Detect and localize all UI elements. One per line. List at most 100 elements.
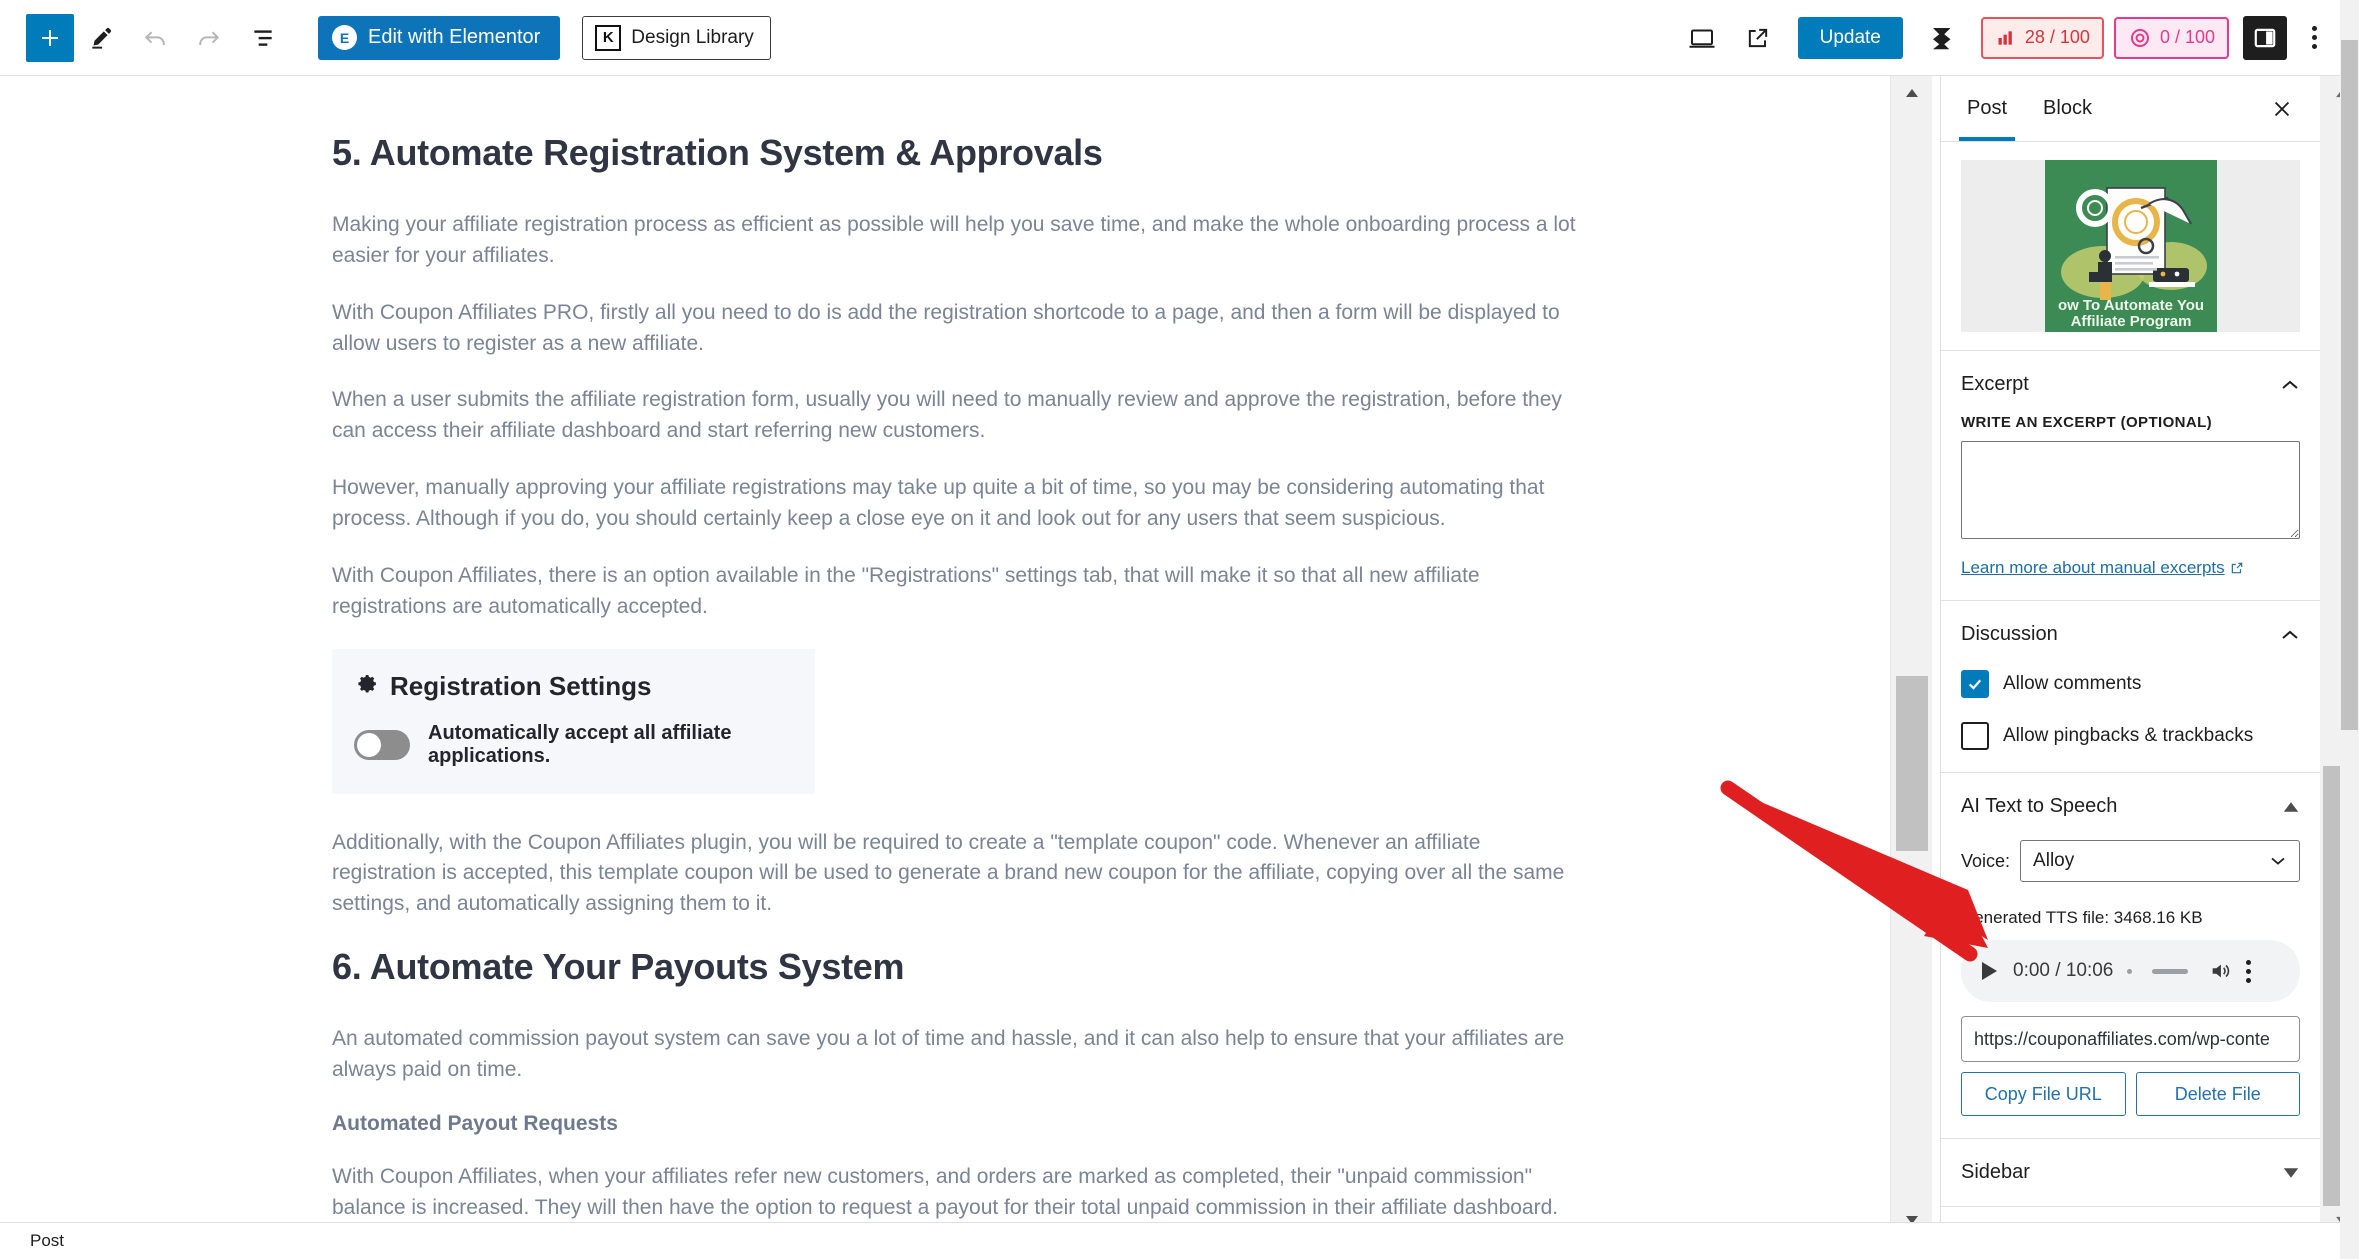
tools-pencil-button[interactable] <box>74 14 128 62</box>
paragraph-4[interactable]: However, manually approving your affilia… <box>332 473 1577 535</box>
registration-settings-screenshot[interactable]: Registration Settings Automatically acce… <box>332 648 815 794</box>
edit-with-elementor-label: Edit with Elementor <box>368 26 541 48</box>
tts-audio-player[interactable]: 0:00 / 10:06 <box>1961 940 2300 1002</box>
paragraph-6[interactable]: Additionally, with the Coupon Affiliates… <box>332 828 1577 921</box>
chevron-up-icon <box>2282 630 2298 639</box>
featured-image-wrapper[interactable]: ow To Automate You Affiliate Program <box>1961 160 2300 332</box>
auto-accept-toggle[interactable] <box>354 729 410 760</box>
sidebar-tabs: Post Block <box>1941 76 2320 142</box>
sidebar-panel-section: Sidebar <box>1941 1139 2320 1207</box>
play-icon[interactable] <box>1979 960 1999 982</box>
excerpt-input[interactable] <box>1961 441 2300 539</box>
tab-post[interactable]: Post <box>1949 76 2025 141</box>
target-icon <box>2130 28 2149 47</box>
tts-file-url-input[interactable] <box>1961 1016 2300 1062</box>
add-block-button[interactable] <box>26 13 74 62</box>
excerpt-section: Excerpt WRITE AN EXCERPT (OPTIONAL) Lear… <box>1941 351 2320 601</box>
excerpt-field-label: WRITE AN EXCERPT (OPTIONAL) <box>1961 414 2213 431</box>
audio-progress-bar[interactable] <box>2152 968 2189 974</box>
featured-image-graphic: ow To Automate You Affiliate Program <box>2044 160 2217 332</box>
edit-with-elementor-button[interactable]: E Edit with Elementor <box>318 15 561 60</box>
editor-canvas[interactable]: 5. Automate Registration System & Approv… <box>0 76 1932 1237</box>
featured-image-section[interactable]: ow To Automate You Affiliate Program <box>1941 142 2320 351</box>
heading-section-6[interactable]: 6. Automate Your Payouts System <box>332 946 1600 988</box>
paragraph-7[interactable]: An automated commission payout system ca… <box>332 1024 1577 1086</box>
audio-more-options-icon[interactable] <box>2246 959 2252 983</box>
paragraph-8[interactable]: With Coupon Affiliates, when your affili… <box>332 1162 1577 1224</box>
delete-file-label: Delete File <box>2174 1083 2261 1104</box>
allow-pingbacks-checkbox[interactable] <box>1961 722 1989 750</box>
redo-button[interactable] <box>182 14 236 62</box>
view-post-button[interactable] <box>1730 14 1786 62</box>
tts-section-header[interactable]: AI Text to Speech <box>1961 795 2300 818</box>
heading-section-5[interactable]: 5. Automate Registration System & Approv… <box>332 132 1600 174</box>
scroll-up-arrow[interactable] <box>1891 78 1933 108</box>
auto-accept-label: Automatically accept all affiliate appli… <box>428 721 732 767</box>
paragraph-1[interactable]: Making your affiliate registration proce… <box>332 210 1577 272</box>
desktop-preview-icon <box>1689 29 1715 48</box>
undo-button[interactable] <box>128 14 182 62</box>
voice-row: Voice: Alloy <box>1961 840 2300 882</box>
tab-block[interactable]: Block <box>2025 76 2110 141</box>
paragraph-3[interactable]: When a user submits the affiliate regist… <box>332 385 1577 447</box>
toolbar-right-group: Update 28 / 100 0 / 100 <box>1674 14 2359 62</box>
elementor-logo-icon: E <box>332 25 357 50</box>
window-scrollbar-thumb[interactable] <box>2341 40 2358 730</box>
editor-scrollbar[interactable] <box>1890 76 1932 1237</box>
discussion-section: Discussion Allow comments Allow pingback… <box>1941 601 2320 773</box>
voice-select[interactable]: Alloy <box>2020 840 2300 882</box>
settings-sidebar-toggle[interactable] <box>2243 15 2287 60</box>
allow-pingbacks-row[interactable]: Allow pingbacks & trackbacks <box>1961 722 2300 750</box>
design-library-button[interactable]: K Design Library <box>582 15 771 60</box>
audio-progress-dot <box>2127 968 2133 974</box>
plus-icon <box>42 29 58 46</box>
paragraph-5[interactable]: With Coupon Affiliates, there is an opti… <box>332 561 1577 623</box>
design-library-icon: K <box>595 24 622 51</box>
tts-action-buttons: Copy File URL Delete File <box>1961 1072 2300 1116</box>
tab-post-label: Post <box>1967 97 2008 119</box>
seo-squirrly-icon <box>1932 27 1951 49</box>
list-view-button[interactable] <box>236 14 290 62</box>
allow-comments-label: Allow comments <box>2003 673 2142 694</box>
design-library-label: Design Library <box>631 26 754 48</box>
auto-accept-toggle-row[interactable]: Automatically accept all affiliate appli… <box>354 722 789 768</box>
readability-score-badge[interactable]: 0 / 100 <box>2113 16 2229 59</box>
seo-tool-button[interactable] <box>1915 14 1971 62</box>
discussion-section-header[interactable]: Discussion <box>1961 623 2300 646</box>
redo-icon <box>199 30 220 45</box>
close-sidebar-button[interactable] <box>2264 91 2300 127</box>
paragraph-2[interactable]: With Coupon Affiliates PRO, firstly all … <box>332 298 1577 360</box>
preview-button[interactable] <box>1674 14 1730 62</box>
chevron-up-icon <box>2283 801 2299 812</box>
editor-scrollbar-thumb[interactable] <box>1896 676 1928 851</box>
excerpt-section-header[interactable]: Excerpt <box>1961 373 2300 396</box>
window-scrollbar[interactable] <box>2340 0 2359 1259</box>
three-dots-vertical-icon <box>2311 26 2317 49</box>
allow-comments-checkbox[interactable] <box>1961 670 1989 698</box>
copy-file-url-label: Copy File URL <box>1984 1083 2102 1104</box>
copy-file-url-button[interactable]: Copy File URL <box>1961 1072 2126 1116</box>
allow-pingbacks-label: Allow pingbacks & trackbacks <box>2003 725 2254 746</box>
more-options-button[interactable] <box>2291 16 2337 60</box>
learn-more-excerpts-link[interactable]: Learn more about manual excerpts <box>1961 558 2244 578</box>
sub-heading-automated-payout-requests[interactable]: Automated Payout Requests <box>332 1112 1600 1136</box>
editor-toolbar: E Edit with Elementor K Design Library U… <box>0 0 2359 76</box>
registration-settings-title: Registration Settings <box>390 670 652 701</box>
allow-comments-row[interactable]: Allow comments <box>1961 670 2300 698</box>
statusbar-post-label: Post <box>30 1231 65 1250</box>
settings-panel-icon <box>2254 28 2276 47</box>
chevron-up-icon <box>2282 380 2298 389</box>
volume-icon[interactable] <box>2208 960 2232 982</box>
check-icon <box>1968 679 1982 690</box>
voice-selected-value: Alloy <box>2033 850 2075 871</box>
update-button[interactable]: Update <box>1797 16 1903 59</box>
update-label: Update <box>1819 26 1881 48</box>
design-library-glyph-letter: K <box>602 29 614 46</box>
seo-score-badge[interactable]: 28 / 100 <box>1980 16 2104 59</box>
sidebar-section-header[interactable]: Sidebar <box>1961 1161 2300 1184</box>
sidebar-section-title: Sidebar <box>1961 1161 2030 1183</box>
featured-image[interactable]: ow To Automate You Affiliate Program <box>2044 160 2217 332</box>
external-link-icon <box>1748 28 1767 47</box>
delete-file-button[interactable]: Delete File <box>2135 1072 2300 1116</box>
readability-score-value: 0 / 100 <box>2159 27 2215 47</box>
